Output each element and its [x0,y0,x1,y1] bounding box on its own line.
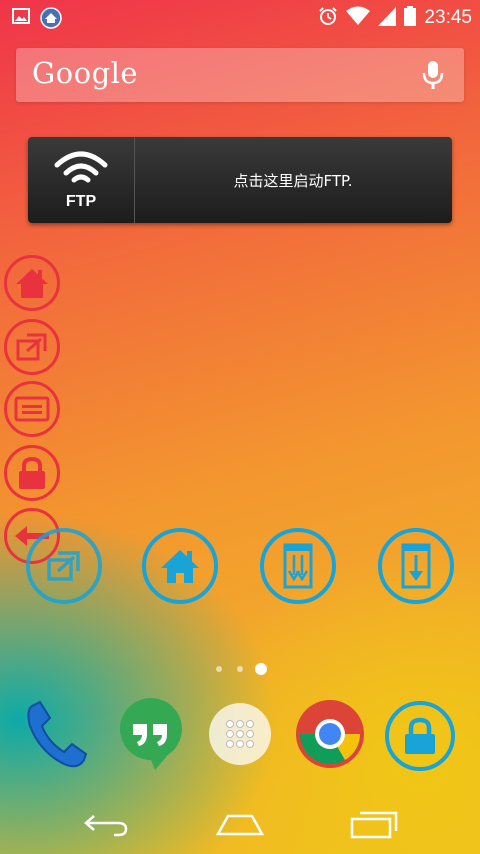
app-drawer-button[interactable] [206,700,278,772]
page-dot [237,666,243,672]
page-dot [216,666,222,672]
floating-menu-button[interactable] [4,381,60,437]
app-notification-icon [40,7,62,33]
ftp-label: FTP [65,193,97,210]
mic-icon[interactable] [422,60,444,94]
wifi-icon [346,6,371,30]
hangouts-app[interactable] [115,694,187,770]
wifi-icon [53,149,109,193]
page-dot-active [255,663,267,675]
floating-recent-button[interactable] [4,319,60,375]
phone-icon [22,700,94,774]
google-search-bar[interactable]: Google [16,48,464,102]
screen-lock-app[interactable] [385,701,455,771]
nav-home-button[interactable] [200,803,280,847]
chrome-app[interactable] [294,698,366,770]
alarm-icon [318,6,338,30]
signal-icon [378,6,397,30]
floating-home-button[interactable] [4,255,60,311]
ftp-icon-box: FTP [28,137,135,223]
status-bar: 23:45 [0,0,480,36]
quote-icon [115,698,187,774]
nav-recent-apps-button[interactable] [334,803,414,847]
phone-app[interactable] [22,698,94,770]
scroll-down-app[interactable] [378,528,454,604]
chrome-icon [294,700,366,774]
ftp-start-text[interactable]: 点击这里启动FTP. [134,170,452,191]
floating-lock-button[interactable] [4,445,60,501]
window-switch-app[interactable] [26,528,102,604]
google-logo: Google [32,56,139,90]
battery-icon [404,6,417,30]
grid-icon [206,703,274,772]
image-icon [12,7,30,33]
navigation-bar [0,795,480,854]
nav-back-button[interactable] [66,803,146,847]
home-app[interactable] [142,528,218,604]
scroll-down-double-app[interactable] [260,528,336,604]
status-time: 23:45 [424,7,472,28]
ftp-widget[interactable]: FTP 点击这里启动FTP. [28,137,452,223]
